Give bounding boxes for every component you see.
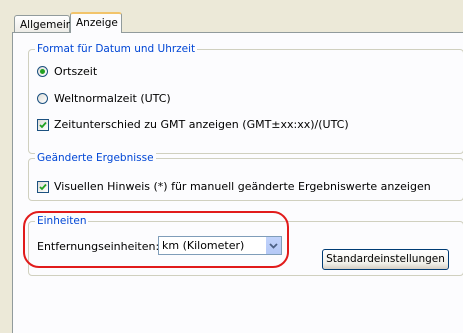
radio-utc-label: Weltnormalzeit (UTC) <box>54 92 171 105</box>
tab-page-anzeige: Format für Datum und Uhrzeit Ortszeit We… <box>12 32 463 333</box>
visual-hint-checkbox[interactable] <box>37 180 49 193</box>
tab-allgemein[interactable]: Allgemein <box>14 15 73 33</box>
distance-units-label-row: Entfernungseinheiten: <box>37 240 159 253</box>
options-dialog: Allgemein Anzeige Format für Datum und U… <box>0 0 463 333</box>
radio-local-time-label: Ortszeit <box>54 65 98 78</box>
datetime-format-legend: Format für Datum und Uhrzeit <box>35 43 198 56</box>
radio-utc-button[interactable] <box>37 93 48 104</box>
gmt-offset-checkbox-row[interactable]: Zeitunterschied zu GMT anzeigen (GMT±xx:… <box>37 118 349 131</box>
standard-settings-button[interactable]: Standardeinstellungen <box>322 249 449 270</box>
gmt-offset-checkbox-label: Zeitunterschied zu GMT anzeigen (GMT±xx:… <box>54 118 349 131</box>
radio-selected-dot-icon <box>40 69 45 74</box>
distance-units-select[interactable]: km (Kilometer) <box>158 236 282 255</box>
checkmark-icon <box>39 121 47 128</box>
tab-anzeige-label: Anzeige <box>76 17 118 29</box>
distance-units-label: Entfernungseinheiten: <box>37 240 160 253</box>
standard-settings-button-label: Standardeinstellungen <box>326 253 445 265</box>
checkmark-icon <box>39 183 47 190</box>
changed-results-group: Geänderte Ergebnisse Visuellen Hinweis (… <box>28 152 463 201</box>
changed-results-legend: Geänderte Ergebnisse <box>35 152 156 165</box>
distance-units-value: km (Kilometer) <box>162 239 245 252</box>
datetime-format-group: Format für Datum und Uhrzeit Ortszeit We… <box>28 43 463 154</box>
visual-hint-checkbox-row[interactable]: Visuellen Hinweis (*) für manuell geände… <box>37 180 431 193</box>
chevron-down-icon[interactable] <box>265 237 281 254</box>
units-legend: Einheiten <box>35 215 89 228</box>
radio-utc[interactable]: Weltnormalzeit (UTC) <box>37 92 171 105</box>
radio-local-time[interactable]: Ortszeit <box>37 65 97 78</box>
tab-allgemein-label: Allgemein <box>20 19 73 31</box>
tab-anzeige[interactable]: Anzeige <box>70 12 122 33</box>
dropdown-arrow-icon <box>269 242 278 249</box>
visual-hint-checkbox-label: Visuellen Hinweis (*) für manuell geände… <box>54 180 431 193</box>
radio-local-time-button[interactable] <box>37 66 48 77</box>
units-group: Einheiten Entfernungseinheiten: km (Kilo… <box>28 215 463 276</box>
gmt-offset-checkbox[interactable] <box>37 118 49 131</box>
